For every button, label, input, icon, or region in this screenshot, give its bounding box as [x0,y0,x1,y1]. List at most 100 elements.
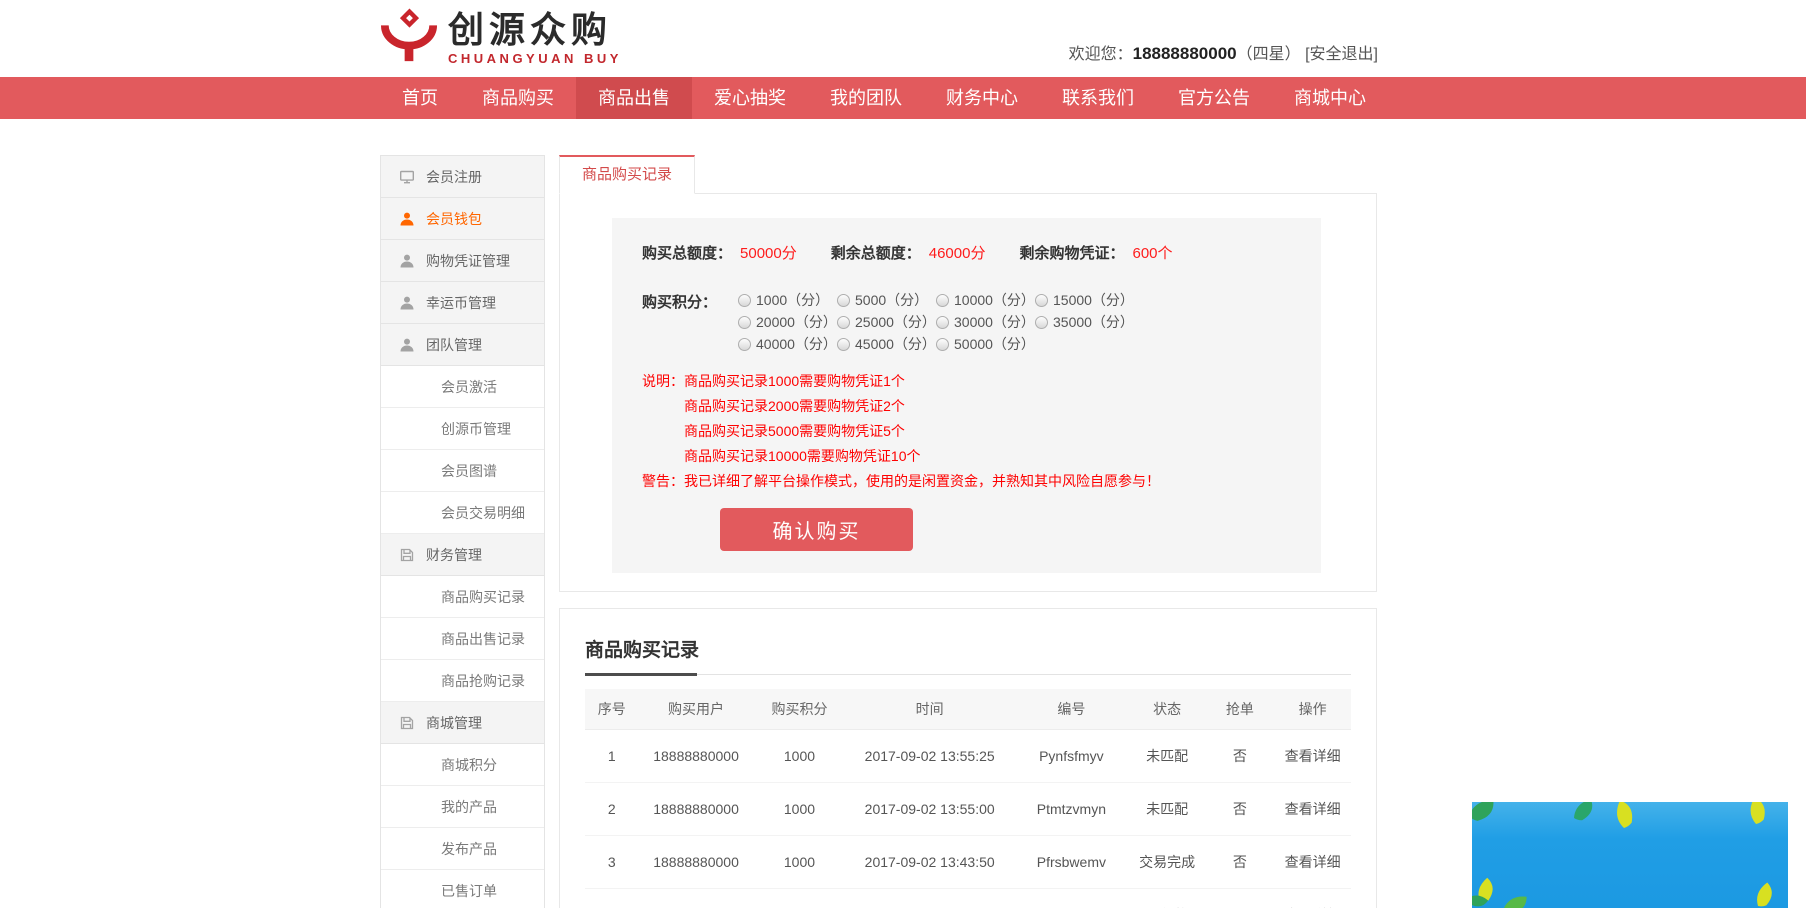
points-option[interactable]: 40000（分） [738,333,837,355]
points-option[interactable]: 25000（分） [837,311,936,333]
sidebar-item[interactable]: 我的产品 [381,786,544,828]
table-cell: 未匹配 [1129,783,1206,836]
wallet-panel: 购买总额度：50000分剩余总额度：46000分剩余购物凭证：600个 购买积分… [559,193,1377,592]
table-row: 41888888000010002017-09-02 03:36:52Pwdun… [585,889,1351,908]
welcome-prefix: 欢迎您： [1069,46,1133,63]
sidebar-item[interactable]: 创源币管理 [381,408,544,450]
points-option[interactable]: 10000（分） [936,289,1035,311]
table-cell: 3 [585,836,639,889]
records-table: 序号购买用户购买积分时间编号状态抢单操作 1188888800001000201… [585,689,1351,908]
column-header: 抢单 [1205,689,1274,730]
logo: 创源众购 CHUANGYUAN BUY [380,8,622,69]
view-detail-link[interactable]: 查看详细 [1274,889,1351,908]
nav-item-1[interactable]: 首页 [380,77,460,119]
leaves-decoration-icon [1472,802,1788,908]
sidebar-item-label: 会员激活 [441,377,497,397]
logo-icon [380,8,438,69]
sidebar-item[interactable]: 商城管理 [381,702,544,744]
purchase-notes: 说明：商品购买记录1000需要购物凭证1个商品购买记录2000需要购物凭证2个商… [642,369,1291,494]
sidebar: 会员注册会员钱包购物凭证管理幸运币管理团队管理会员激活创源币管理会员图谱会员交易… [380,155,545,908]
table-cell: 1 [585,730,639,783]
nav-item-3[interactable]: 商品出售 [576,77,692,119]
sidebar-item[interactable]: 会员激活 [381,366,544,408]
table-cell: 已付款 [1129,889,1206,908]
points-option-label: 40000（分） [756,333,837,355]
points-radio[interactable] [837,294,850,307]
view-detail-link[interactable]: 查看详细 [1274,783,1351,836]
sidebar-item-label: 会员图谱 [441,461,497,481]
points-radio[interactable] [837,316,850,329]
sidebar-item-label: 购物凭证管理 [426,251,510,271]
table-cell: 1000 [754,836,846,889]
quota-label: 剩余购物凭证： [1019,245,1124,262]
note-text: 商品购买记录2000需要购物凭证2个 [642,394,1291,419]
confirm-purchase-button[interactable]: 确认购买 [720,508,913,551]
table-row: 21888888000010002017-09-02 13:55:00Ptmtz… [585,783,1351,836]
sidebar-item-label: 发布产品 [441,839,497,859]
table-cell: 否 [1205,783,1274,836]
sidebar-item[interactable]: 会员注册 [381,156,544,198]
nav-item-5[interactable]: 我的团队 [808,77,924,119]
column-header: 序号 [585,689,639,730]
points-option[interactable]: 50000（分） [936,333,1035,355]
table-cell: 否 [1205,836,1274,889]
sidebar-item-label: 会员钱包 [426,209,482,229]
floating-ad-banner[interactable] [1472,802,1788,908]
points-option[interactable]: 30000（分） [936,311,1035,333]
table-cell: 18888880000 [639,836,754,889]
nav-item-4[interactable]: 爱心抽奖 [692,77,808,119]
points-option[interactable]: 1000（分） [738,289,837,311]
tab-purchase-records[interactable]: 商品购买记录 [559,155,695,194]
sidebar-item[interactable]: 已售订单 [381,870,544,908]
points-option-label: 35000（分） [1053,311,1134,333]
sidebar-item[interactable]: 幸运币管理 [381,282,544,324]
points-label: 购买积分： [642,291,738,355]
points-radio[interactable] [1035,316,1048,329]
logout-link[interactable]: [安全退出] [1305,46,1378,63]
sidebar-item[interactable]: 购物凭证管理 [381,240,544,282]
points-option[interactable]: 5000（分） [837,289,936,311]
view-detail-link[interactable]: 查看详细 [1274,730,1351,783]
points-radio[interactable] [936,338,949,351]
sidebar-item[interactable]: 会员图谱 [381,450,544,492]
table-row: 11888888000010002017-09-02 13:55:25Pynfs… [585,730,1351,783]
points-radio[interactable] [936,294,949,307]
nav-item-6[interactable]: 财务中心 [924,77,1040,119]
nav-item-2[interactable]: 商品购买 [460,77,576,119]
table-cell: 交易完成 [1129,836,1206,889]
sidebar-item-label: 商品购买记录 [441,587,525,607]
sidebar-item[interactable]: 团队管理 [381,324,544,366]
points-radio[interactable] [1035,294,1048,307]
points-option[interactable]: 35000（分） [1035,311,1134,333]
points-option[interactable]: 15000（分） [1035,289,1134,311]
points-section: 购买积分： 1000（分） 5000（分） 10000（分）15000（分） 2000… [642,289,1291,355]
view-detail-link[interactable]: 查看详细 [1274,836,1351,889]
sidebar-item[interactable]: 发布产品 [381,828,544,870]
table-cell: 2017-09-02 03:36:52 [845,889,1014,908]
sidebar-item[interactable]: 财务管理 [381,534,544,576]
sidebar-item[interactable]: 商城积分 [381,744,544,786]
nav-item-9[interactable]: 商城中心 [1272,77,1388,119]
column-header: 时间 [845,689,1014,730]
table-cell: 2017-09-02 13:55:25 [845,730,1014,783]
welcome-bar: 欢迎您：18888880000（四星） [安全退出] [1069,40,1378,64]
sidebar-item[interactable]: 商品购买记录 [381,576,544,618]
records-panel: 商品购买记录 序号购买用户购买积分时间编号状态抢单操作 118888880000… [559,608,1377,908]
points-radio[interactable] [738,338,751,351]
nav-item-7[interactable]: 联系我们 [1040,77,1156,119]
points-option[interactable]: 45000（分） [837,333,936,355]
user-icon [399,211,415,227]
column-header: 编号 [1014,689,1129,730]
sidebar-item[interactable]: 会员交易明细 [381,492,544,534]
points-radio[interactable] [837,338,850,351]
points-option-label: 5000（分） [855,289,928,311]
sidebar-item[interactable]: 会员钱包 [381,198,544,240]
sidebar-item[interactable]: 商品出售记录 [381,618,544,660]
nav-item-8[interactable]: 官方公告 [1156,77,1272,119]
table-cell: 4 [585,889,639,908]
points-option[interactable]: 20000（分） [738,311,837,333]
points-radio[interactable] [738,294,751,307]
sidebar-item[interactable]: 商品抢购记录 [381,660,544,702]
points-radio[interactable] [738,316,751,329]
points-radio[interactable] [936,316,949,329]
